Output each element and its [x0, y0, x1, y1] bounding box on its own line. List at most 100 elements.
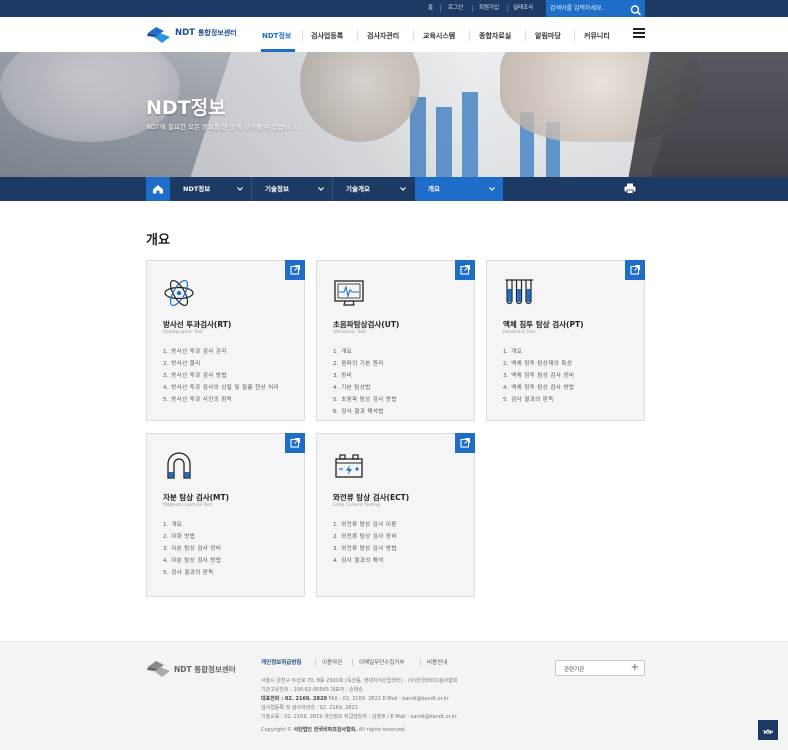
list-item[interactable]: 4. 검사 결과의 해석	[333, 555, 461, 567]
logo-brand: NDT	[175, 28, 195, 38]
list-item[interactable]: 1. 개요	[163, 519, 291, 531]
list-item[interactable]: 3. 와전류 탐상 검사 방법	[333, 543, 461, 555]
card-ect[interactable]: 와전류 탐상 검사(ECT) Eddy Current Testing 1. 와…	[316, 433, 475, 597]
scroll-top-label: TOP	[762, 731, 774, 736]
external-link-icon[interactable]	[285, 260, 305, 280]
footer-bizno: 기관고유번호 : 108-82-06565 대표자 : 손태순	[261, 687, 363, 693]
breadcrumb-divider	[332, 177, 333, 201]
list-item[interactable]: 2. 방사선 물리	[163, 358, 291, 370]
chevron-down-icon[interactable]	[236, 185, 244, 193]
external-link-icon[interactable]	[455, 260, 475, 280]
list-item[interactable]: 4. 기본 탐상법	[333, 382, 461, 394]
hero-overlay	[0, 52, 788, 177]
list-item[interactable]: 5. 초음파 탐상 검사 방법	[333, 394, 461, 406]
list-item[interactable]: 2. 음파의 기본 원리	[333, 358, 461, 370]
terms-link[interactable]: 이용약관	[322, 658, 342, 666]
list-item[interactable]: 6. 검사 결과 해석법	[333, 406, 461, 418]
card-subtitle: Penetrant Test	[503, 330, 536, 335]
footer-line4: 검사업등록 및 검사자관리 : 02. 2169. 2821	[261, 705, 358, 711]
scroll-top-button[interactable]: TOP	[758, 720, 778, 740]
site-logo[interactable]: NDT 통합정보센터	[146, 25, 246, 45]
card-ut[interactable]: 초음파탐상검사(UT) Ultrasonic Test 1. 개요 2. 음파의…	[316, 260, 475, 421]
card-rt[interactable]: 방사선 투과검사(RT) Radiographic Test 1. 방사선 투과…	[146, 260, 305, 421]
list-item[interactable]: 1. 와전류 탐상 검사 이론	[333, 519, 461, 531]
list-item[interactable]: 1. 개요	[503, 346, 631, 358]
list-item[interactable]: 3. 장비	[333, 370, 461, 382]
list-item[interactable]: 3. 방사선 투과 검사 방법	[163, 370, 291, 382]
util-join-link[interactable]: 회원가입	[479, 0, 499, 17]
chevron-down-icon[interactable]	[488, 185, 496, 193]
search-icon[interactable]	[629, 2, 643, 16]
card-title: 액체 침투 탐상 검사(PT)	[503, 320, 584, 329]
external-link-icon[interactable]	[455, 433, 475, 453]
chevron-down-icon[interactable]	[317, 185, 325, 193]
card-list: 1. 방사선 투과 검사 관리 2. 방사선 물리 3. 방사선 투과 검사 방…	[163, 346, 291, 406]
nav-community[interactable]: 커뮤니티	[584, 31, 610, 41]
list-item[interactable]: 4. 액체 침투 탐상 검사 방법	[503, 382, 631, 394]
util-home-link[interactable]: 홈	[428, 0, 433, 17]
nav-inspection-registration[interactable]: 검사업등록	[311, 31, 343, 41]
card-title: 방사선 투과검사(RT)	[163, 320, 232, 329]
email-policy-link[interactable]: 이메일무단수집거부	[359, 658, 405, 666]
logo-name: 통합정보센터	[197, 29, 237, 37]
nav-ndt-info[interactable]: NDT정보	[262, 31, 291, 41]
utility-bar	[0, 0, 788, 17]
footer-address: 서울시 금천구 두산로 70, 8동 2301호 (독산동, 현대지식산업센터)…	[261, 678, 458, 684]
copyright-post: All rights reserved.	[357, 727, 406, 733]
footer-divider	[420, 659, 421, 666]
chevron-down-icon[interactable]	[399, 185, 407, 193]
external-link-icon[interactable]	[285, 433, 305, 453]
breadcrumb-level2[interactable]: 기술정보	[265, 177, 289, 201]
card-list: 1. 와전류 탐상 검사 이론 2. 와전류 탐상 검사 장비 3. 와전류 탐…	[333, 519, 461, 567]
list-item[interactable]: 5. 검사 결과의 판독	[503, 394, 631, 406]
related-sites-select[interactable]: 관련기관 +	[555, 660, 645, 676]
util-login-link[interactable]: 로그인	[448, 0, 463, 17]
nav-divider	[357, 30, 358, 41]
page-title: 개요	[146, 233, 170, 248]
breadcrumb-level1[interactable]: NDT정보	[183, 177, 210, 201]
util-divider	[440, 5, 441, 12]
footer-logo-brand: NDT	[174, 665, 192, 674]
breadcrumb-level4[interactable]: 개요	[428, 177, 440, 201]
card-subtitle: Magnetic particle Test	[163, 503, 213, 508]
privacy-policy-link[interactable]: 개인정보취급방침	[261, 658, 301, 666]
magnet-icon	[167, 452, 191, 479]
list-item[interactable]: 5. 검사 결과의 판독	[163, 567, 291, 579]
search-input[interactable]	[550, 2, 628, 15]
footer-logo-name: 통합정보센터	[194, 665, 236, 674]
list-item[interactable]: 1. 방사선 투과 검사 관리	[163, 346, 291, 358]
hero-banner	[0, 52, 788, 177]
nav-resource-room[interactable]: 종합자료실	[479, 31, 511, 41]
breadcrumb-level3[interactable]: 기술개요	[346, 177, 370, 201]
logo-mark-icon	[147, 27, 170, 43]
card-subtitle: Radiographic Test	[163, 330, 203, 335]
list-item[interactable]: 3. 액체 침투 탐상 검사 장비	[503, 370, 631, 382]
card-title: 와전류 탐상 검사(ECT)	[333, 493, 410, 502]
list-item[interactable]: 4. 방사선 투과 검사의 상질 및 필름 현상 처리	[163, 382, 291, 394]
list-item[interactable]: 2. 자화 방법	[163, 531, 291, 543]
list-item[interactable]: 2. 액체 침투 탐상재의 특성	[503, 358, 631, 370]
list-item[interactable]: 3. 자분 탐상 검사 장비	[163, 543, 291, 555]
home-icon[interactable]	[146, 177, 170, 201]
nav-divider	[302, 30, 303, 41]
footer-logo: NDT 통합정보센터	[146, 659, 246, 679]
test-tubes-icon	[505, 279, 533, 305]
list-item[interactable]: 1. 개요	[333, 346, 461, 358]
external-link-icon[interactable]	[625, 260, 645, 280]
list-item[interactable]: 2. 와전류 탐상 검사 장비	[333, 531, 461, 543]
list-item[interactable]: 5. 방사선 투과 사진의 판독	[163, 394, 291, 406]
card-pt[interactable]: 액체 침투 탐상 검사(PT) Penetrant Test 1. 개요 2. …	[486, 260, 645, 421]
menu-icon[interactable]	[633, 28, 645, 39]
nav-education-system[interactable]: 교육시스템	[423, 31, 455, 41]
nav-inspector-management[interactable]: 검사자관리	[367, 31, 399, 41]
logo-mark-icon	[147, 661, 170, 677]
breadcrumb-bar	[0, 177, 788, 201]
print-icon[interactable]	[624, 183, 636, 194]
fee-info-link[interactable]: 비용안내	[427, 658, 447, 666]
footer-divider	[315, 659, 316, 666]
hero-title: NDT정보	[146, 97, 226, 119]
util-survey-link[interactable]: 실태조사	[513, 0, 533, 17]
list-item[interactable]: 4. 자분 탐상 검사 방법	[163, 555, 291, 567]
nav-notice[interactable]: 알림마당	[535, 31, 561, 41]
card-mt[interactable]: 자분 탐상 검사(MT) Magnetic particle Test 1. 개…	[146, 433, 305, 597]
